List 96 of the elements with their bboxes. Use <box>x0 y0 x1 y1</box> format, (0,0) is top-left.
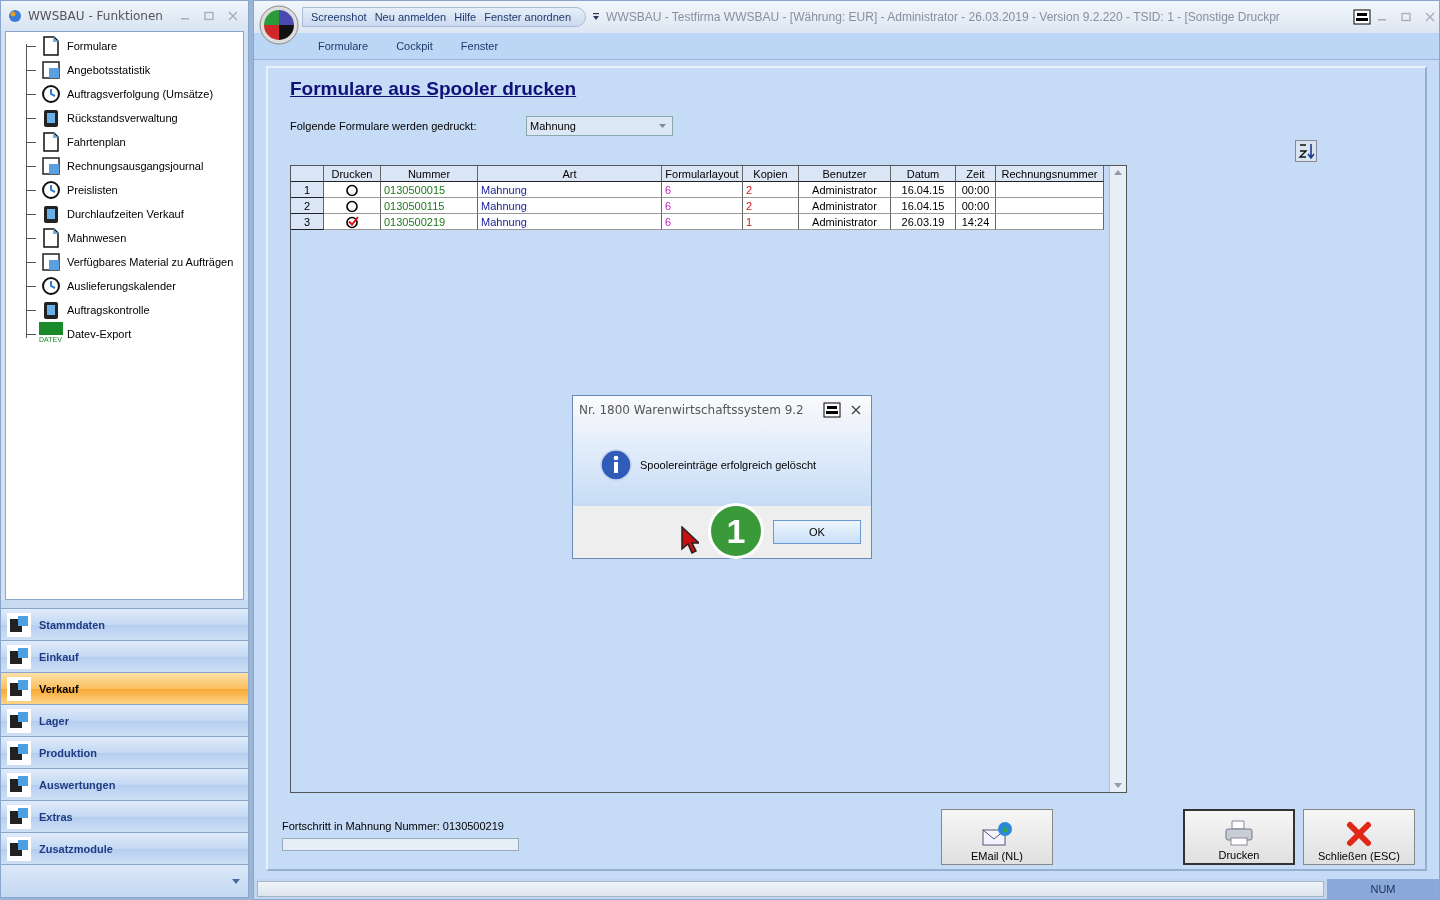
nav-section[interactable]: Einkauf <box>1 640 248 672</box>
info-icon <box>600 448 632 481</box>
column-header[interactable]: Benutzer <box>799 166 891 182</box>
tree-item[interactable]: Auftragskontrolle <box>67 304 150 316</box>
nav-section[interactable]: Lager <box>1 704 248 736</box>
printer-icon[interactable] <box>1353 9 1371 25</box>
menu-item[interactable]: Formulare <box>306 38 381 54</box>
table-cell: Mahnung <box>478 182 662 198</box>
column-header[interactable]: Rechnungsnummer <box>996 166 1104 182</box>
tree-item[interactable]: Datev-Export <box>67 328 132 340</box>
tree-item[interactable]: Preislisten <box>67 184 118 196</box>
scroll-down-icon[interactable] <box>1114 783 1122 788</box>
nav-section[interactable]: Produktion <box>1 736 248 768</box>
dialog-title: Nr. 1800 Warenwirtschaftssystem 9.2 <box>579 402 805 417</box>
row-header[interactable]: 3 <box>291 214 324 230</box>
toolbar-button[interactable]: Neu anmelden <box>370 10 451 24</box>
close-icon <box>1345 820 1373 848</box>
close-icon[interactable] <box>851 404 861 415</box>
nav-section[interactable]: Stammdaten <box>1 608 248 640</box>
tree-item[interactable]: Auslieferungskalender <box>67 280 176 292</box>
tree-item[interactable]: Rückstandsverwaltung <box>67 112 178 124</box>
table-cell: Mahnung <box>478 198 662 214</box>
tree-item[interactable]: Auftragsverfolgung (Umsätze) <box>67 88 214 100</box>
column-header[interactable]: Datum <box>891 166 956 182</box>
close-button[interactable]: Schließen (ESC) <box>1303 809 1415 865</box>
table-cell: Administrator <box>799 214 891 230</box>
dropdown-icon[interactable] <box>592 13 601 21</box>
caret-icon <box>659 124 666 128</box>
table-cell: Administrator <box>799 182 891 198</box>
table-cell: Administrator <box>799 198 891 214</box>
tree-item[interactable]: Rechnungsausgangsjournal <box>67 160 204 172</box>
table-cell: 6 <box>662 182 743 198</box>
print-button[interactable]: Drucken <box>1183 809 1295 865</box>
menu-item[interactable]: Cockpit <box>384 38 445 54</box>
radio-button[interactable] <box>345 183 359 198</box>
table-cell: 26.03.19 <box>891 214 956 230</box>
table-cell: 0130500015 <box>381 182 478 198</box>
status-indicator: NUM <box>1327 879 1439 899</box>
menu-item[interactable]: Fenster <box>448 38 511 54</box>
table-cell: 6 <box>662 214 743 230</box>
toolbar-button[interactable]: Screenshot <box>307 10 371 24</box>
document-icon <box>40 35 62 57</box>
page-heading: Formulare aus Spooler drucken <box>290 78 578 100</box>
nav-section[interactable]: Verkauf <box>1 672 248 704</box>
column-header[interactable]: Drucken <box>324 166 381 182</box>
tree-item[interactable]: Angebotsstatistik <box>67 64 151 76</box>
envelope-globe-icon <box>981 820 1013 848</box>
table-cell: 0130500115 <box>381 198 478 214</box>
corner-cell <box>291 166 324 182</box>
ok-button[interactable]: OK <box>773 520 861 544</box>
printer-icon <box>1223 819 1255 847</box>
column-header[interactable]: Zeit <box>956 166 996 182</box>
app-icon <box>7 8 23 24</box>
radio-button[interactable] <box>345 199 359 214</box>
table-cell: 00:00 <box>956 182 996 198</box>
form-type-dropdown[interactable]: Mahnung <box>526 116 673 136</box>
sort-icon[interactable] <box>1295 140 1317 162</box>
cursor-icon <box>681 526 699 554</box>
window-title: WWSBAU - Testfirma WWSBAU - [Währung: EUR] - Administrator - 26.03.2019 - Version 9.2.220 - TSID: 1 - [Sonstige Druckpr <box>606 10 1280 24</box>
scrollbar[interactable] <box>1109 166 1126 792</box>
table-cell: 16.04.15 <box>891 198 956 214</box>
column-header[interactable]: Nummer <box>381 166 478 182</box>
table-cell: 2 <box>743 182 799 198</box>
progress-label: Fortschritt in Mahnung Nummer: 0130500219 <box>282 820 505 832</box>
tree-item[interactable]: Durchlaufzeiten Verkauf <box>67 208 184 220</box>
column-header[interactable]: Kopien <box>743 166 799 182</box>
splitter-handle[interactable] <box>1 600 248 608</box>
window-title: WWSBAU - Funktionen <box>28 9 164 23</box>
nav-section[interactable]: Auswertungen <box>1 768 248 800</box>
table-cell: 6 <box>662 198 743 214</box>
table-cell: 1 <box>743 214 799 230</box>
nav-section[interactable]: Extras <box>1 800 248 832</box>
row-header[interactable]: 2 <box>291 198 324 214</box>
table-cell: 0130500219 <box>381 214 478 230</box>
table-cell: 14:24 <box>956 214 996 230</box>
table-cell: 2 <box>743 198 799 214</box>
tree-item[interactable]: Mahnwesen <box>67 232 127 244</box>
row-header[interactable]: 1 <box>291 182 324 198</box>
checked-radio[interactable] <box>345 215 359 230</box>
column-header[interactable]: Formularlayout <box>662 166 743 182</box>
toolbar-button[interactable]: Hilfe <box>450 10 481 24</box>
scroll-up-icon[interactable] <box>1114 170 1122 175</box>
table-cell: 00:00 <box>956 198 996 214</box>
tree-item[interactable]: Fahrtenplan <box>67 136 126 148</box>
table-cell: Mahnung <box>478 214 662 230</box>
printer-icon[interactable] <box>823 401 841 418</box>
column-header[interactable]: Art <box>478 166 662 182</box>
toolbar-button[interactable]: Fenster anordnen <box>480 10 576 24</box>
tree-item[interactable]: Verfügbares Material zu Aufträgen <box>67 256 234 268</box>
dialog-message: Spoolereinträge erfolgreich gelöscht <box>640 458 817 471</box>
tree-item[interactable]: Formulare <box>67 40 118 52</box>
nav-section[interactable]: Zusatzmodule <box>1 832 248 864</box>
table-cell: 16.04.15 <box>891 182 956 198</box>
caret-icon[interactable] <box>232 878 240 884</box>
filter-label: Folgende Formulare werden gedruckt: <box>290 120 478 132</box>
email-button[interactable]: EMail (NL) <box>941 809 1053 865</box>
